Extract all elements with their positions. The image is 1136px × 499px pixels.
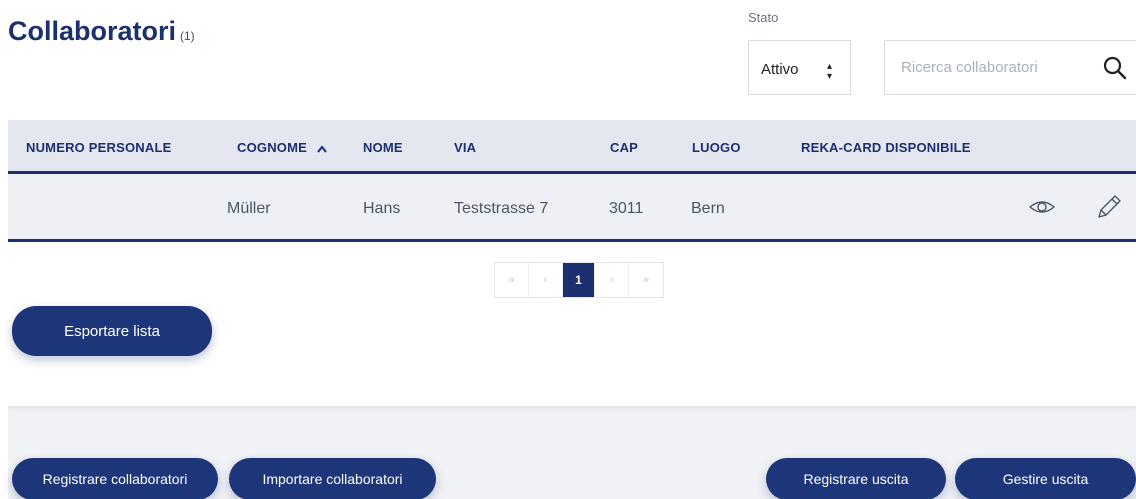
cell-nome: Hans (363, 200, 401, 217)
manage-exit-button[interactable]: Gestire uscita (955, 458, 1136, 499)
col-cognome[interactable]: COGNOME (237, 140, 327, 155)
page-last-button[interactable]: » (629, 263, 663, 297)
page-current-button[interactable]: 1 (563, 263, 595, 297)
import-collaborators-button[interactable]: Importare collaboratori (229, 458, 436, 499)
register-exit-button[interactable]: Registrare uscita (766, 458, 946, 499)
stato-selected-value: Attivo (761, 61, 799, 78)
chevron-up-icon[interactable] (317, 144, 327, 153)
page-title: Collaboratori (1) (8, 16, 195, 47)
page-title-text: Collaboratori (8, 16, 177, 46)
collaborator-count: (1) (180, 29, 195, 43)
search-input[interactable] (901, 59, 1081, 76)
cell-cap: 3011 (609, 200, 644, 217)
table-header: NUMERO PERSONALE COGNOME NOME VIA CAP LU… (8, 120, 1136, 174)
table-row[interactable]: Müller Hans Teststrasse 7 3011 Bern (8, 174, 1136, 242)
search-box (884, 40, 1136, 95)
cell-luogo: Bern (691, 200, 725, 217)
col-nome[interactable]: NOME (363, 140, 403, 155)
eye-icon[interactable] (1028, 194, 1056, 220)
search-icon[interactable] (1102, 55, 1128, 81)
select-arrows-icon: ▴ ▾ (827, 61, 833, 82)
page-first-button[interactable]: « (495, 263, 529, 297)
page-prev-button[interactable]: ‹ (529, 263, 563, 297)
page-next-button[interactable]: › (595, 263, 629, 297)
col-numero-personale[interactable]: NUMERO PERSONALE (26, 140, 172, 155)
pagination: « ‹ 1 › » (494, 262, 664, 298)
cell-cognome: Müller (227, 200, 271, 217)
col-cap[interactable]: CAP (610, 140, 638, 155)
stato-select[interactable]: Attivo ▴ ▾ (748, 40, 851, 95)
pencil-icon[interactable] (1094, 194, 1122, 220)
col-luogo[interactable]: LUOGO (692, 140, 741, 155)
col-cognome-label: COGNOME (237, 140, 308, 155)
stato-label: Stato (748, 10, 779, 25)
export-list-button[interactable]: Esportare lista (12, 306, 212, 356)
register-collaborators-button[interactable]: Registrare collaboratori (12, 458, 218, 499)
col-reka-card[interactable]: REKA-CARD DISPONIBILE (801, 140, 971, 155)
cell-via: Teststrasse 7 (454, 200, 549, 217)
col-via[interactable]: VIA (454, 140, 476, 155)
